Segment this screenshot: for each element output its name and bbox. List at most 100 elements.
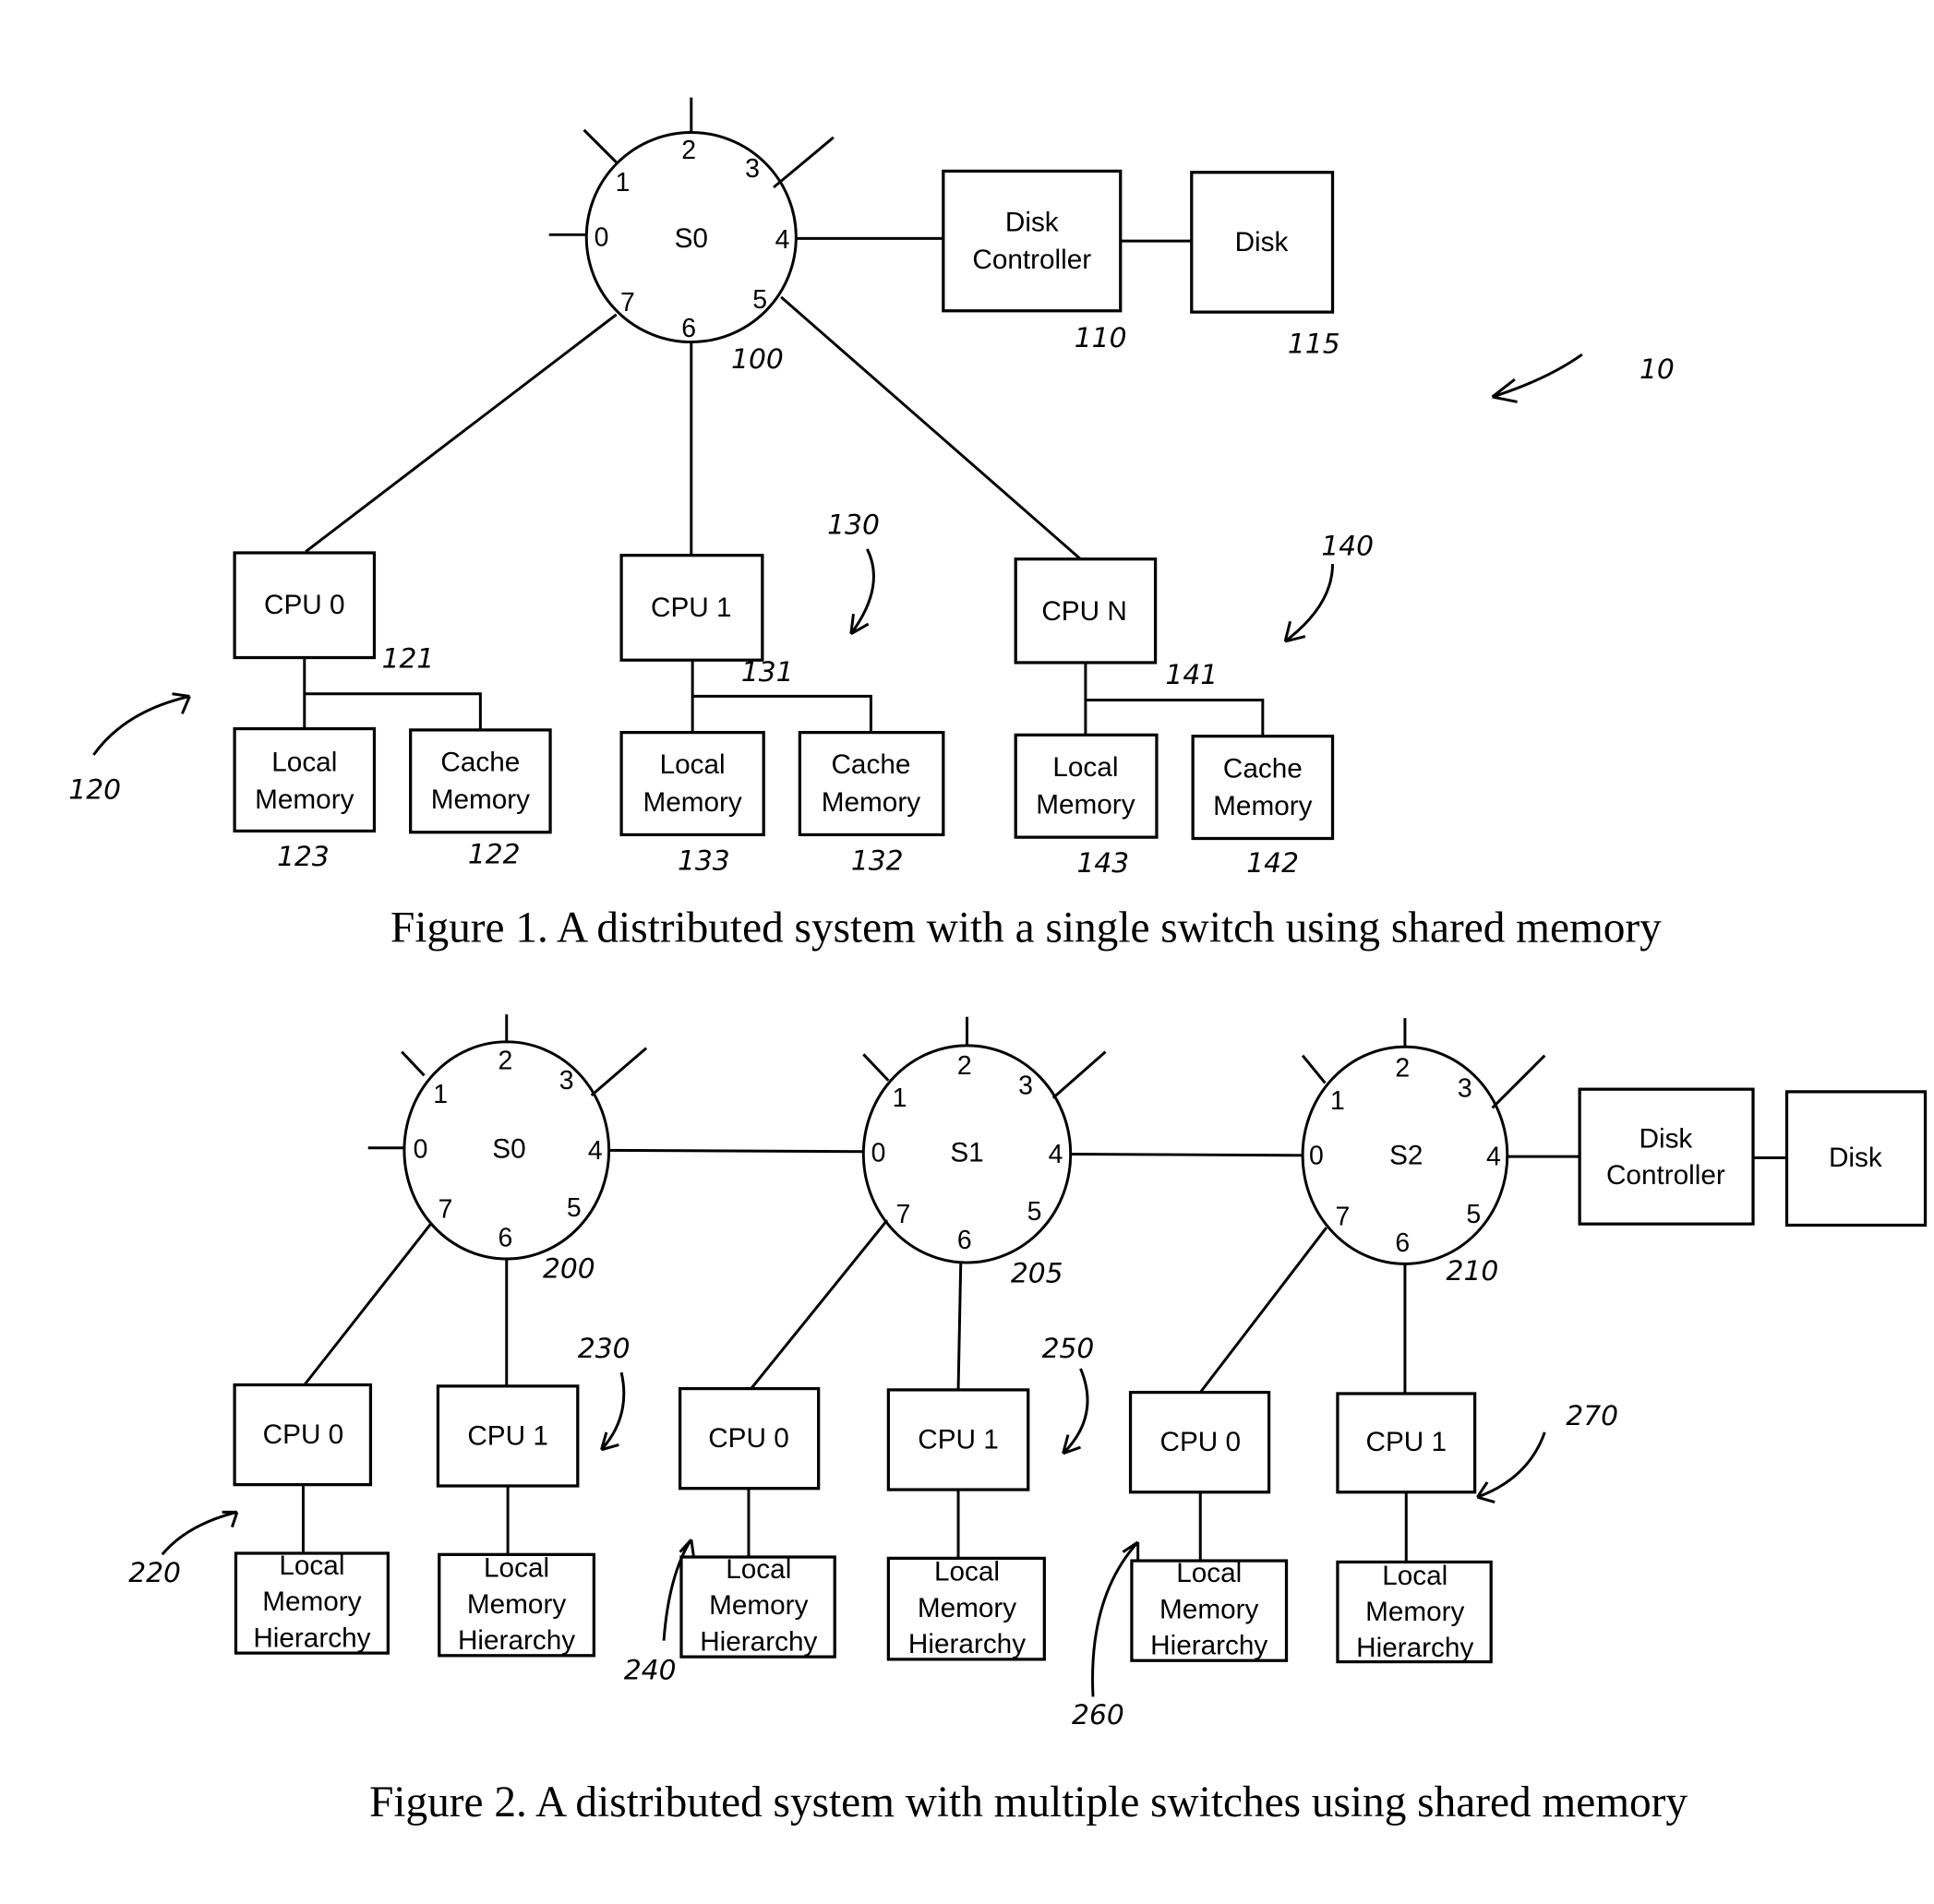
cache-memory-label: Memory [822, 787, 920, 818]
port-label: 7 [438, 1194, 453, 1224]
port-label: 0 [414, 1135, 428, 1165]
patent-drawing: S0 0 1 2 3 4 5 6 7 100 Disk Controller 1… [68, 97, 1928, 1826]
disk-controller-box [1578, 1087, 1755, 1226]
node-120: CPU 0 121 Local Memory 123 Cache Memory … [68, 551, 552, 873]
port-stub [1301, 1054, 1327, 1084]
port-label: 5 [567, 1193, 582, 1223]
reference-arrow [161, 1510, 239, 1556]
cpu-label: CPU 1 [651, 593, 732, 623]
port-label: 2 [1395, 1054, 1410, 1084]
cache-memory-label: Memory [431, 784, 530, 815]
ref-number: 205 [1011, 1258, 1063, 1290]
ref-number: 100 [731, 343, 784, 376]
cache-memory-box [1191, 735, 1335, 841]
reference-arrow [600, 1371, 626, 1452]
port-label: 0 [1309, 1141, 1324, 1170]
ref-number: 260 [1072, 1699, 1124, 1731]
ref-number: 10 [1640, 353, 1675, 386]
link [956, 1263, 963, 1390]
port-stub [1051, 1050, 1107, 1099]
memory-label: Local [934, 1557, 1000, 1587]
figure-2: S0 0 1 2 3 4 5 6 7 200 S1 0 1 2 3 4 5 6 … [128, 1014, 1928, 1826]
link [608, 1148, 864, 1154]
switch-label: S0 [492, 1134, 525, 1165]
ref-number: 131 [741, 656, 794, 689]
ref-number: 143 [1076, 847, 1129, 880]
cpu-label: CPU 0 [1159, 1427, 1241, 1457]
port-stub [590, 1047, 648, 1097]
port-label: 6 [681, 314, 696, 343]
memory-label: Hierarchy [1356, 1633, 1473, 1663]
memory-label: Hierarchy [253, 1623, 370, 1653]
ref-number: 141 [1165, 659, 1218, 691]
ref-number: 110 [1075, 322, 1127, 354]
ref-number: 140 [1321, 531, 1374, 563]
port-label: 0 [595, 222, 609, 252]
link [1070, 1152, 1303, 1157]
local-memory-box [233, 726, 377, 833]
memory-label: Hierarchy [700, 1626, 817, 1657]
ref-number: 120 [68, 773, 121, 806]
port-label: 0 [871, 1139, 886, 1168]
port-label: 2 [499, 1047, 513, 1076]
port-stub [583, 128, 618, 163]
cpu-node: CPU 1 Local Memory Hierarchy [1336, 1392, 1493, 1664]
switch-label: S2 [1389, 1140, 1423, 1170]
cpu-label: CPU 1 [918, 1424, 999, 1455]
cpu-label: CPU 0 [264, 590, 345, 620]
cache-memory-box [798, 730, 945, 837]
port-label: 6 [1395, 1228, 1410, 1258]
port-label: 6 [499, 1223, 513, 1252]
memory-label: Local [279, 1551, 344, 1581]
port-stub [401, 1050, 426, 1077]
local-memory-label: Local [1052, 752, 1118, 783]
disk-controller-box [942, 169, 1123, 313]
cache-memory-label: Cache [440, 748, 520, 778]
cpu-label: CPU 1 [467, 1420, 548, 1451]
memory-label: Local [726, 1554, 791, 1585]
memory-label: Local [484, 1553, 549, 1584]
disk-label: Disk [1829, 1143, 1882, 1173]
ref-number: 122 [468, 839, 521, 871]
reference-arrow [92, 692, 191, 756]
cpu-label: CPU 0 [263, 1419, 344, 1450]
port-label: 3 [745, 154, 760, 184]
memory-label: Local [1176, 1558, 1242, 1588]
cpu-node: CPU 0 Local Memory Hierarchy [679, 1386, 836, 1659]
disk-controller-label: Disk [1640, 1124, 1693, 1155]
port-label: 7 [620, 288, 635, 317]
ref-number: 130 [827, 509, 880, 542]
disk-controller-label: Controller [972, 245, 1091, 275]
link [780, 295, 1082, 560]
memory-label: Memory [262, 1587, 361, 1617]
link [305, 313, 618, 553]
memory-label: Local [1382, 1561, 1447, 1591]
local-memory-label: Memory [643, 787, 741, 818]
port-label: 4 [588, 1136, 603, 1166]
link [750, 1219, 889, 1390]
port-label: 7 [1335, 1203, 1350, 1232]
cpu-node: CPU 0 Local Memory Hierarchy [233, 1383, 390, 1655]
ref-number: 200 [543, 1252, 595, 1285]
figure-1: S0 0 1 2 3 4 5 6 7 100 Disk Controller 1… [68, 97, 1675, 952]
port-label: 4 [1049, 1140, 1063, 1169]
local-memory-box [1014, 733, 1159, 839]
port-stub [862, 1053, 890, 1082]
port-label: 3 [1018, 1072, 1033, 1101]
memory-label: Hierarchy [458, 1625, 575, 1656]
port-label: 3 [559, 1066, 574, 1096]
cache-memory-box [409, 728, 552, 834]
switch-s0: S0 0 1 2 3 4 5 6 7 200 [367, 1014, 648, 1285]
cache-memory-label: Memory [1213, 791, 1312, 821]
node-140: CPU N 141 Local Memory 143 Cache Memory … [1014, 531, 1374, 880]
port-label: 5 [752, 285, 767, 315]
ref-number: 132 [851, 844, 904, 877]
memory-label: Memory [1365, 1597, 1464, 1627]
ref-number: 250 [1042, 1333, 1095, 1365]
switch-label: S0 [675, 223, 708, 254]
disk-controller-label: Disk [1005, 207, 1059, 237]
memory-label: Hierarchy [908, 1629, 1026, 1659]
cpu-node: CPU 0 Local Memory Hierarchy [1128, 1390, 1289, 1662]
ref-number: 133 [678, 844, 730, 877]
cpu-node: CPU 1 Local Memory Hierarchy [436, 1384, 595, 1658]
